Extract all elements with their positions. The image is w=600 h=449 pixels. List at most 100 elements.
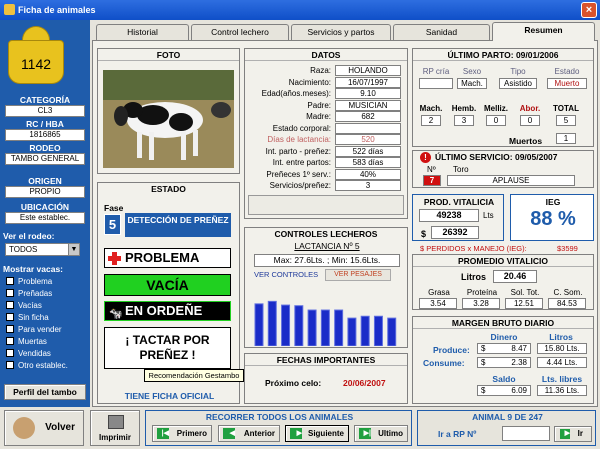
datos-label: Nacimiento: — [288, 77, 331, 87]
checkbox-box[interactable] — [6, 277, 14, 285]
promedio-header: Sol. Tot. — [510, 288, 540, 297]
volver-button[interactable]: Volver — [4, 410, 84, 446]
prod-lts-unit: Lts — [483, 211, 494, 220]
categoria-value: CL3 — [5, 105, 85, 117]
prod-vitalicia-panel: PROD. VITALICIA 49238 Lts $ 26392 — [412, 194, 504, 241]
filter-checkbox[interactable]: Problema — [6, 276, 52, 287]
milk-bar — [347, 317, 357, 346]
primero-button[interactable]: |◀ Primero — [152, 425, 212, 442]
left-sidebar: 1142 CATEGORÍA CL3 RC / HBA 1816865 RODE… — [0, 20, 90, 407]
melliz-value: 0 — [486, 115, 506, 126]
datos-title: DATOS — [245, 49, 407, 61]
datos-value: 16/07/1997 — [335, 76, 401, 88]
fechas-panel: FECHAS IMPORTANTES Próximo celo: 20/06/2… — [244, 353, 408, 404]
saldo-header: Saldo — [492, 374, 516, 384]
promedio-panel: PROMEDIO VITALICIO Litros 20.46 Grasa 3.5… — [412, 254, 594, 310]
mostrar-label: Mostrar vacas: — [3, 264, 64, 274]
ver-controles-link[interactable]: VER CONTROLES — [254, 270, 324, 279]
animal-nav-panel: ANIMAL 9 DE 247 Ir a RP Nº ▶ Ir — [417, 410, 596, 446]
tab-servicios-partos[interactable]: Servicios y partos — [291, 24, 391, 40]
ir-button[interactable]: ▶ Ir — [554, 426, 592, 442]
litros-label: Litros — [461, 272, 487, 282]
proximo-celo-label: Próximo celo: — [265, 378, 322, 388]
window-title: Ficha de animales — [18, 5, 96, 15]
servicio-n-value: 7 — [423, 175, 441, 186]
milk-bar — [254, 303, 264, 346]
checkbox-label: Vendidas — [18, 349, 51, 358]
milk-production-chart — [254, 300, 397, 346]
maxmin-field: Max: 27.6Lts. ; Min: 15.6Lts. — [254, 254, 400, 267]
problema-indicator: PROBLEMA — [104, 248, 231, 268]
first-arrow-icon: |◀ — [157, 428, 169, 439]
ear-tag-icon: 1142 — [8, 26, 64, 84]
datos-label: Padre: — [307, 100, 331, 110]
filter-checkbox[interactable]: Para vender — [6, 324, 62, 335]
promedio-header: C. Som. — [553, 288, 583, 297]
tab-resumen[interactable]: Resumen — [492, 22, 595, 41]
checkbox-box[interactable] — [6, 313, 14, 321]
tab-historial[interactable]: Historial — [96, 24, 189, 40]
datos-value: MUSICIAN — [335, 99, 401, 111]
tab-control-lechero[interactable]: Control lechero — [191, 24, 289, 40]
filter-checkbox[interactable]: Preñadas — [6, 288, 52, 299]
datos-value: 9.10 — [335, 88, 401, 99]
promedio-title: PROMEDIO VITALICIO — [413, 255, 593, 267]
datos-label: Int. entre partos: — [272, 158, 331, 167]
hemb-header: Hemb. — [451, 104, 477, 113]
filter-checkbox[interactable]: Vendidas — [6, 348, 51, 359]
close-window-button[interactable]: × — [581, 2, 597, 18]
checkbox-box[interactable] — [6, 301, 14, 309]
rp-cria-field — [419, 78, 453, 89]
abor-value: 0 — [520, 115, 540, 126]
rp-cria-header: RP cría — [422, 67, 450, 76]
toro-value: APLAUSE — [447, 175, 575, 186]
prod-title: PROD. VITALICIA — [423, 197, 495, 207]
checkbox-box[interactable] — [6, 337, 14, 345]
datos-value: HOLANDO — [335, 65, 401, 76]
produce-label: Produce: — [433, 345, 470, 355]
checkbox-box[interactable] — [6, 325, 14, 333]
rodeo-filter-label: Ver el rodeo: — [3, 231, 55, 241]
checkbox-box[interactable] — [6, 349, 14, 357]
datos-label: Int. parto - preñez: — [265, 146, 331, 156]
datos-value: 522 días — [335, 145, 401, 157]
foto-title: FOTO — [98, 49, 239, 61]
datos-label: Preñeces 1º serv.: — [266, 169, 331, 179]
filter-checkbox[interactable]: Otro establec. — [6, 360, 68, 371]
tooltip: Recomendación Gestambo — [144, 369, 244, 382]
origen-label: ORIGEN — [28, 176, 62, 186]
imprimir-button[interactable]: Imprimir — [90, 410, 140, 446]
checkbox-box[interactable] — [6, 361, 14, 369]
ver-pesajes-button[interactable]: VER PESAJES — [325, 269, 391, 281]
litros-value: 20.46 — [493, 270, 537, 283]
filter-checkbox[interactable]: Vacías — [6, 300, 42, 311]
filter-checkbox[interactable]: Muertas — [6, 336, 47, 347]
libres-value: 11.36 Lts. — [537, 385, 587, 396]
consume-label: Consume: — [423, 358, 465, 368]
origen-value: PROPIO — [5, 186, 85, 198]
rodeo-label: RODEO — [29, 143, 61, 153]
ultimo-button[interactable]: ▶| Ultimo — [354, 425, 408, 442]
tab-sanidad[interactable]: Sanidad — [393, 24, 490, 40]
filter-checkbox[interactable]: Sin ficha — [6, 312, 49, 323]
rodeo-filter-select[interactable]: TODOS ▼ — [5, 243, 80, 256]
ultimo-servicio-panel: ! ÚLTIMO SERVICIO: 09/05/2007 Nº Toro 7 … — [412, 150, 594, 188]
checkbox-box[interactable] — [6, 289, 14, 297]
rc-label: RC / HBA — [26, 119, 64, 129]
rp-search-input[interactable] — [502, 426, 550, 441]
proximo-celo-value: 20/06/2007 — [343, 378, 386, 388]
recorrer-panel: RECORRER TODOS LOS ANIMALES |◀ Primero ◀ A… — [145, 410, 412, 446]
saldo-value: $6.09 — [477, 385, 531, 396]
next-arrow-icon: ▶ — [290, 428, 302, 439]
perfil-tambo-button[interactable]: Perfil del tambo — [4, 384, 86, 400]
abor-header: Abor. — [519, 104, 541, 113]
sexo-field: Mach. — [457, 78, 487, 89]
ieg-value: 88 % — [530, 208, 576, 230]
ubicacion-value: Este establec. — [5, 212, 85, 224]
vacia-indicator: VACÍA — [104, 274, 231, 296]
mach-header: Mach. — [419, 104, 443, 113]
siguiente-button[interactable]: ▶ Siguiente — [285, 425, 349, 442]
anterior-button[interactable]: ◀ Anterior — [218, 425, 280, 442]
libres-header: Lts. libres — [541, 374, 583, 384]
ficha-oficial: TIENE FICHA OFICIAL — [124, 391, 215, 401]
